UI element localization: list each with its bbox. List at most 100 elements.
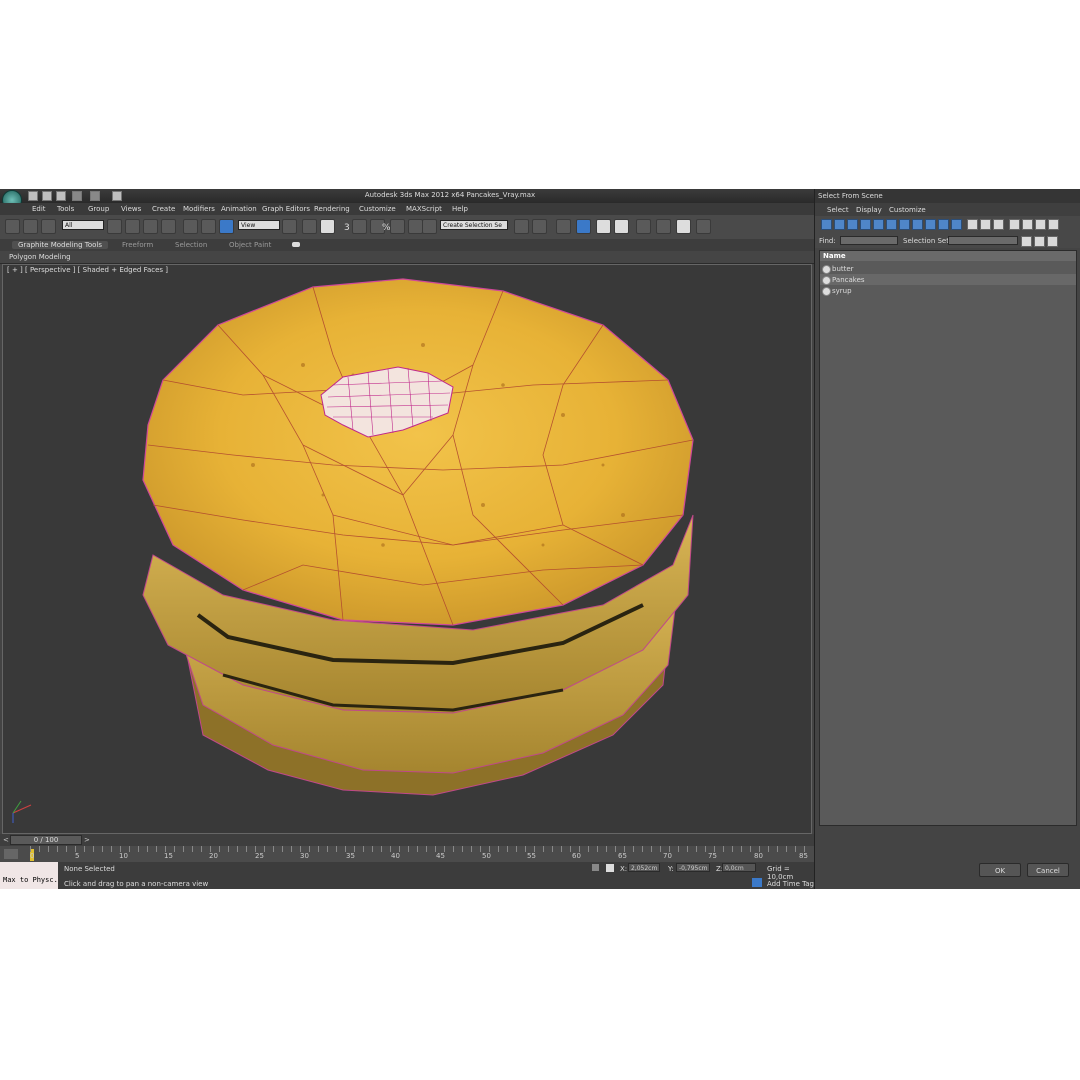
scale-icon[interactable]: [219, 219, 234, 234]
perspective-viewport[interactable]: [ + ] [ Perspective ] [ Shaded + Edged F…: [2, 264, 812, 834]
time-slider-next-icon[interactable]: >: [84, 836, 90, 844]
display-invert-icon[interactable]: [993, 219, 1004, 230]
display-geometry-icon[interactable]: [821, 219, 832, 230]
display-shapes-icon[interactable]: [834, 219, 845, 230]
rectangular-selection-icon[interactable]: [143, 219, 158, 234]
menu-group[interactable]: Group: [88, 205, 109, 213]
time-slider-prev-icon[interactable]: <: [3, 836, 9, 844]
display-groups-icon[interactable]: [899, 219, 910, 230]
absolute-mode-icon[interactable]: [606, 864, 614, 872]
new-file-icon[interactable]: [28, 191, 38, 201]
menu-tools[interactable]: Tools: [57, 205, 74, 213]
menu-views[interactable]: Views: [121, 205, 141, 213]
menu-maxscript[interactable]: MAXScript: [406, 205, 442, 213]
rotate-icon[interactable]: [201, 219, 216, 234]
tab-graphite-modeling-tools[interactable]: Graphite Modeling Tools: [12, 241, 109, 249]
display-frozen-icon[interactable]: [951, 219, 962, 230]
display-cameras-icon[interactable]: [860, 219, 871, 230]
window-crossing-icon[interactable]: [161, 219, 176, 234]
select-none-icon[interactable]: [1034, 236, 1045, 247]
snap-toggle-label[interactable]: 3: [344, 223, 350, 233]
select-manipulate-icon[interactable]: [302, 219, 317, 234]
dialog-menu-display[interactable]: Display: [856, 206, 882, 214]
list-item[interactable]: Pancakes: [820, 274, 1076, 285]
material-editor-icon[interactable]: [636, 219, 651, 234]
display-all-icon[interactable]: [967, 219, 978, 230]
display-lights-icon[interactable]: [847, 219, 858, 230]
named-selection-set-dropdown[interactable]: Create Selection Se: [440, 220, 508, 230]
list-item[interactable]: butter: [820, 263, 1076, 274]
display-bones-icon[interactable]: [925, 219, 936, 230]
reference-coordinate-dropdown[interactable]: View: [238, 220, 280, 230]
menu-help[interactable]: Help: [452, 205, 468, 213]
display-influences-icon[interactable]: [1022, 219, 1033, 230]
menu-rendering[interactable]: Rendering: [314, 205, 350, 213]
menu-animation[interactable]: Animation: [221, 205, 257, 213]
snaps-toggle-icon[interactable]: [352, 219, 367, 234]
y-coordinate-field[interactable]: -0,795cm: [676, 863, 710, 872]
render-production-icon[interactable]: [696, 219, 711, 234]
mirror-icon[interactable]: [514, 219, 529, 234]
spinner-snap-icon[interactable]: [408, 219, 423, 234]
menu-graph-editors[interactable]: Graph Editors: [262, 205, 310, 213]
list-item[interactable]: syrup: [820, 285, 1076, 296]
ribbon-options-icon[interactable]: [292, 242, 300, 247]
edit-named-selection-icon[interactable]: [422, 219, 437, 234]
time-slider-thumb[interactable]: 0 / 100: [10, 835, 82, 845]
display-helpers-icon[interactable]: [873, 219, 884, 230]
bind-space-warp-icon[interactable]: [41, 219, 56, 234]
select-all-icon[interactable]: [1021, 236, 1032, 247]
unlink-icon[interactable]: [23, 219, 38, 234]
graphite-tools-toggle-icon[interactable]: [576, 219, 591, 234]
display-none-icon[interactable]: [980, 219, 991, 230]
track-bar[interactable]: 0 5 10 15 20 25 30 35 40 45 50 55 60 65 …: [0, 846, 814, 862]
find-input[interactable]: [840, 236, 898, 245]
display-space-warps-icon[interactable]: [886, 219, 897, 230]
pancake-stack-model[interactable]: [3, 265, 811, 833]
project-folder-icon[interactable]: [112, 191, 122, 201]
add-time-tag-button[interactable]: Add Time Tag: [767, 880, 814, 888]
menu-edit[interactable]: Edit: [32, 205, 46, 213]
move-icon[interactable]: [183, 219, 198, 234]
display-children-icon[interactable]: [1009, 219, 1020, 230]
rendered-frame-window-icon[interactable]: [676, 219, 691, 234]
filter-options-icon[interactable]: [1048, 219, 1059, 230]
cancel-button[interactable]: Cancel: [1027, 863, 1069, 877]
select-by-name-icon[interactable]: [125, 219, 140, 234]
percent-snap-icon[interactable]: [390, 219, 405, 234]
render-setup-icon[interactable]: [656, 219, 671, 234]
schematic-view-icon[interactable]: [614, 219, 629, 234]
filter-icon[interactable]: [1035, 219, 1046, 230]
menu-create[interactable]: Create: [152, 205, 175, 213]
open-file-icon[interactable]: [42, 191, 52, 201]
x-coordinate-field[interactable]: 2,052cm: [628, 863, 660, 872]
mini-curve-editor-icon[interactable]: [4, 849, 18, 859]
selection-set-dropdown[interactable]: [948, 236, 1018, 245]
menu-customize[interactable]: Customize: [359, 205, 396, 213]
undo-icon[interactable]: [72, 191, 82, 201]
select-invert-icon[interactable]: [1047, 236, 1058, 247]
redo-icon[interactable]: [90, 191, 100, 201]
time-tag-icon[interactable]: [752, 878, 762, 887]
select-link-icon[interactable]: [5, 219, 20, 234]
save-file-icon[interactable]: [56, 191, 66, 201]
name-column-header[interactable]: Name: [820, 251, 1076, 261]
align-icon[interactable]: [532, 219, 547, 234]
display-containers-icon[interactable]: [938, 219, 949, 230]
display-xrefs-icon[interactable]: [912, 219, 923, 230]
ok-button[interactable]: OK: [979, 863, 1021, 877]
curve-editor-icon[interactable]: [596, 219, 611, 234]
layer-manager-icon[interactable]: [556, 219, 571, 234]
pivot-center-icon[interactable]: [282, 219, 297, 234]
select-object-icon[interactable]: [107, 219, 122, 234]
selection-lock-icon[interactable]: [592, 864, 599, 871]
scene-object-list[interactable]: Name butter Pancakes syrup: [819, 250, 1077, 826]
z-coordinate-field[interactable]: 0,0cm: [722, 863, 756, 872]
tab-selection[interactable]: Selection: [175, 241, 207, 249]
selection-filter-dropdown[interactable]: All: [62, 220, 104, 230]
tab-freeform[interactable]: Freeform: [122, 241, 153, 249]
tab-object-paint[interactable]: Object Paint: [229, 241, 271, 249]
polygon-modeling-panel-label[interactable]: Polygon Modeling: [9, 253, 71, 261]
menu-modifiers[interactable]: Modifiers: [183, 205, 215, 213]
keyboard-shortcut-override-icon[interactable]: [320, 219, 335, 234]
